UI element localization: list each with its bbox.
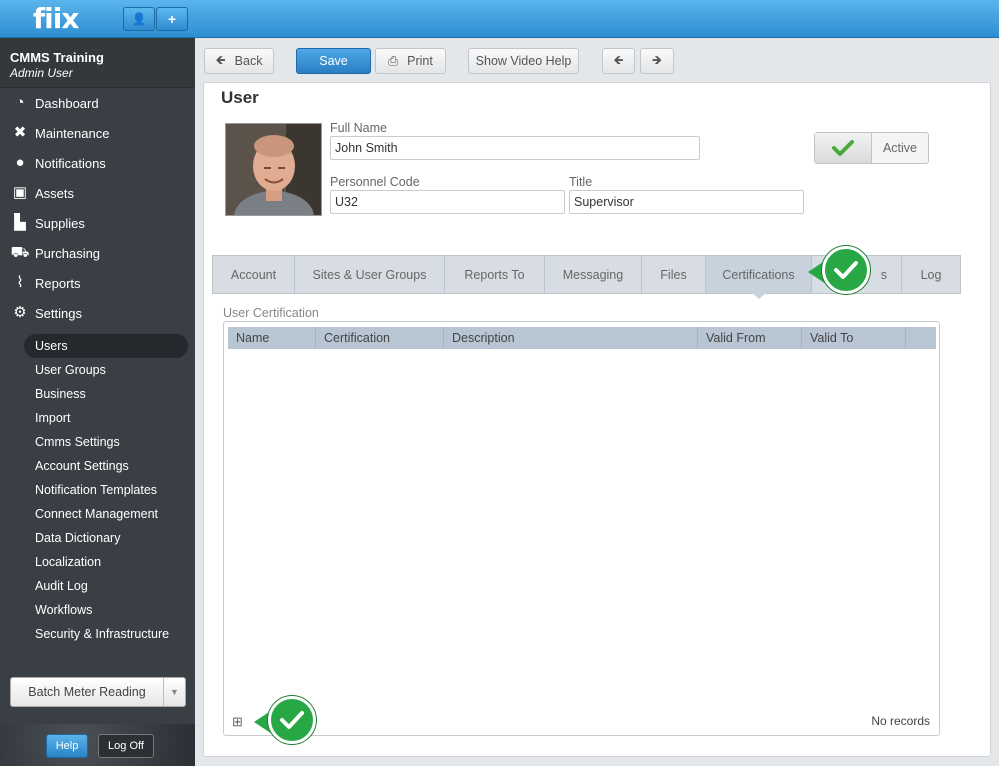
sidebar-item-notifications[interactable]: ● Notifications [0,148,195,178]
user-profile-button[interactable]: 👤 [123,7,155,31]
top-bar: fiix 👤 + [0,0,999,38]
batch-meter-reading-button[interactable]: Batch Meter Reading ▼ [10,677,186,707]
full-name-label: Full Name [330,121,387,135]
log-off-button[interactable]: Log Off [98,734,154,758]
sidebar: CMMS Training Admin User ◔ Dashboard ✖ M… [0,38,195,766]
checkmark-icon [822,246,870,294]
sidebar-item-dashboard[interactable]: ◔ Dashboard [0,88,195,118]
personnel-code-label: Personnel Code [330,175,420,189]
help-button[interactable]: Help [46,734,88,758]
tab-sites-user-groups[interactable]: Sites & User Groups [295,256,445,293]
full-name-field[interactable]: John Smith [330,136,700,160]
org-name: CMMS Training [10,50,104,65]
add-record-icon[interactable]: ⊞ [232,714,243,730]
sidebar-item-label: Reports [35,275,81,291]
active-label: Active [882,141,918,155]
sidebar-item-label: Settings [35,305,82,321]
sidebar-item-label: Purchasing [35,245,101,261]
add-new-button[interactable]: + [156,7,188,31]
cart-icon: ⛟ [10,244,30,261]
print-button[interactable]: ⎙ Print [375,48,446,74]
settings-item-import[interactable]: Import [24,406,188,430]
tab-reports-to[interactable]: Reports To [445,256,545,293]
sidebar-item-label: Maintenance [35,125,110,141]
fiix-logo[interactable]: fiix [33,4,79,34]
column-valid-from[interactable]: Valid From [698,327,802,349]
tab-files[interactable]: Files [642,256,706,293]
tab-certifications[interactable]: Certifications [706,256,812,293]
print-label: Print [407,54,433,68]
back-button[interactable]: 🡸 Back [204,48,274,74]
previous-record-button[interactable]: 🡸 [602,48,635,74]
account-info: CMMS Training Admin User [0,38,195,88]
sidebar-item-label: Assets [35,185,75,201]
tab-account[interactable]: Account [213,256,295,293]
forklift-icon: ▙ [14,214,26,231]
arrow-left-icon: 🡸 [613,52,624,67]
back-label: Back [234,54,263,68]
sidebar-item-assets[interactable]: ▣ Assets [0,178,195,208]
sidebar-item-reports[interactable]: ⌇ Reports [0,268,195,298]
save-button[interactable]: Save [296,48,371,74]
settings-item-notification-templates[interactable]: Notification Templates [24,478,188,502]
chart-icon: ⌇ [16,274,24,291]
sidebar-item-purchasing[interactable]: ⛟ Purchasing [0,238,195,268]
sidebar-item-settings[interactable]: ⚙ Settings [0,298,195,328]
sidebar-item-supplies[interactable]: ▙ Supplies [0,208,195,238]
checkmark-icon [815,133,872,163]
column-spacer [906,327,936,349]
settings-item-account-settings[interactable]: Account Settings [24,454,188,478]
settings-item-data-dictionary[interactable]: Data Dictionary [24,526,188,550]
sidebar-item-label: Dashboard [35,95,99,111]
wrench-icon: ✖ [13,124,27,141]
active-tab-indicator [751,292,767,299]
settings-item-cmms-settings[interactable]: Cmms Settings [24,430,188,454]
gear-icon: ⚙ [13,304,27,321]
column-certification[interactable]: Certification [316,327,444,349]
arrow-right-icon: 🡺 [651,52,663,67]
main-content: 🡸 Back Save ⎙ Print Show Video Help 🡸 🡺 … [195,38,999,766]
box-icon: ▣ [12,184,28,201]
speech-bubble-icon: ● [15,154,25,171]
batch-meter-reading-label: Batch Meter Reading [28,685,146,699]
no-records-text: No records [871,714,930,728]
settings-item-security-infrastructure[interactable]: Security & Infrastructure [24,622,188,646]
arrow-left-icon: 🡸 [215,52,226,67]
next-record-button[interactable]: 🡺 [640,48,674,74]
page-title: User [221,88,259,107]
user-photo[interactable] [225,123,322,216]
sidebar-item-label: Supplies [35,215,85,231]
column-name[interactable]: Name [228,327,316,349]
settings-item-business[interactable]: Business [24,382,188,406]
dashboard-icon: ◔ [15,94,25,111]
user-avatar-image [226,124,321,215]
tab-log[interactable]: Log [902,256,960,293]
show-video-help-button[interactable]: Show Video Help [468,48,579,74]
settings-item-workflows[interactable]: Workflows [24,598,188,622]
title-label: Title [569,175,593,189]
chevron-down-icon[interactable]: ▼ [163,678,185,706]
certification-grid: Name Certification Description Valid Fro… [223,321,940,736]
tab-messaging[interactable]: Messaging [545,256,642,293]
active-status-toggle[interactable]: Active [814,132,929,164]
settings-item-connect-management[interactable]: Connect Management [24,502,188,526]
user-certification-label: User Certification [223,306,319,320]
personnel-code-field[interactable]: U32 [330,190,565,214]
sidebar-item-maintenance[interactable]: ✖ Maintenance [0,118,195,148]
user-role: Admin User [10,66,73,80]
settings-item-user-groups[interactable]: User Groups [24,358,188,382]
plus-icon: + [167,11,177,27]
column-valid-to[interactable]: Valid To [802,327,906,349]
printer-icon: ⎙ [388,53,399,68]
settings-item-localization[interactable]: Localization [24,550,188,574]
settings-item-audit-log[interactable]: Audit Log [24,574,188,598]
grid-header: Name Certification Description Valid Fro… [228,327,936,349]
user-icon: 👤 [131,12,147,26]
title-field[interactable]: Supervisor [569,190,804,214]
settings-item-users[interactable]: Users [24,334,188,358]
checkmark-icon [268,696,316,744]
sidebar-item-label: Notifications [35,155,106,171]
column-description[interactable]: Description [444,327,698,349]
